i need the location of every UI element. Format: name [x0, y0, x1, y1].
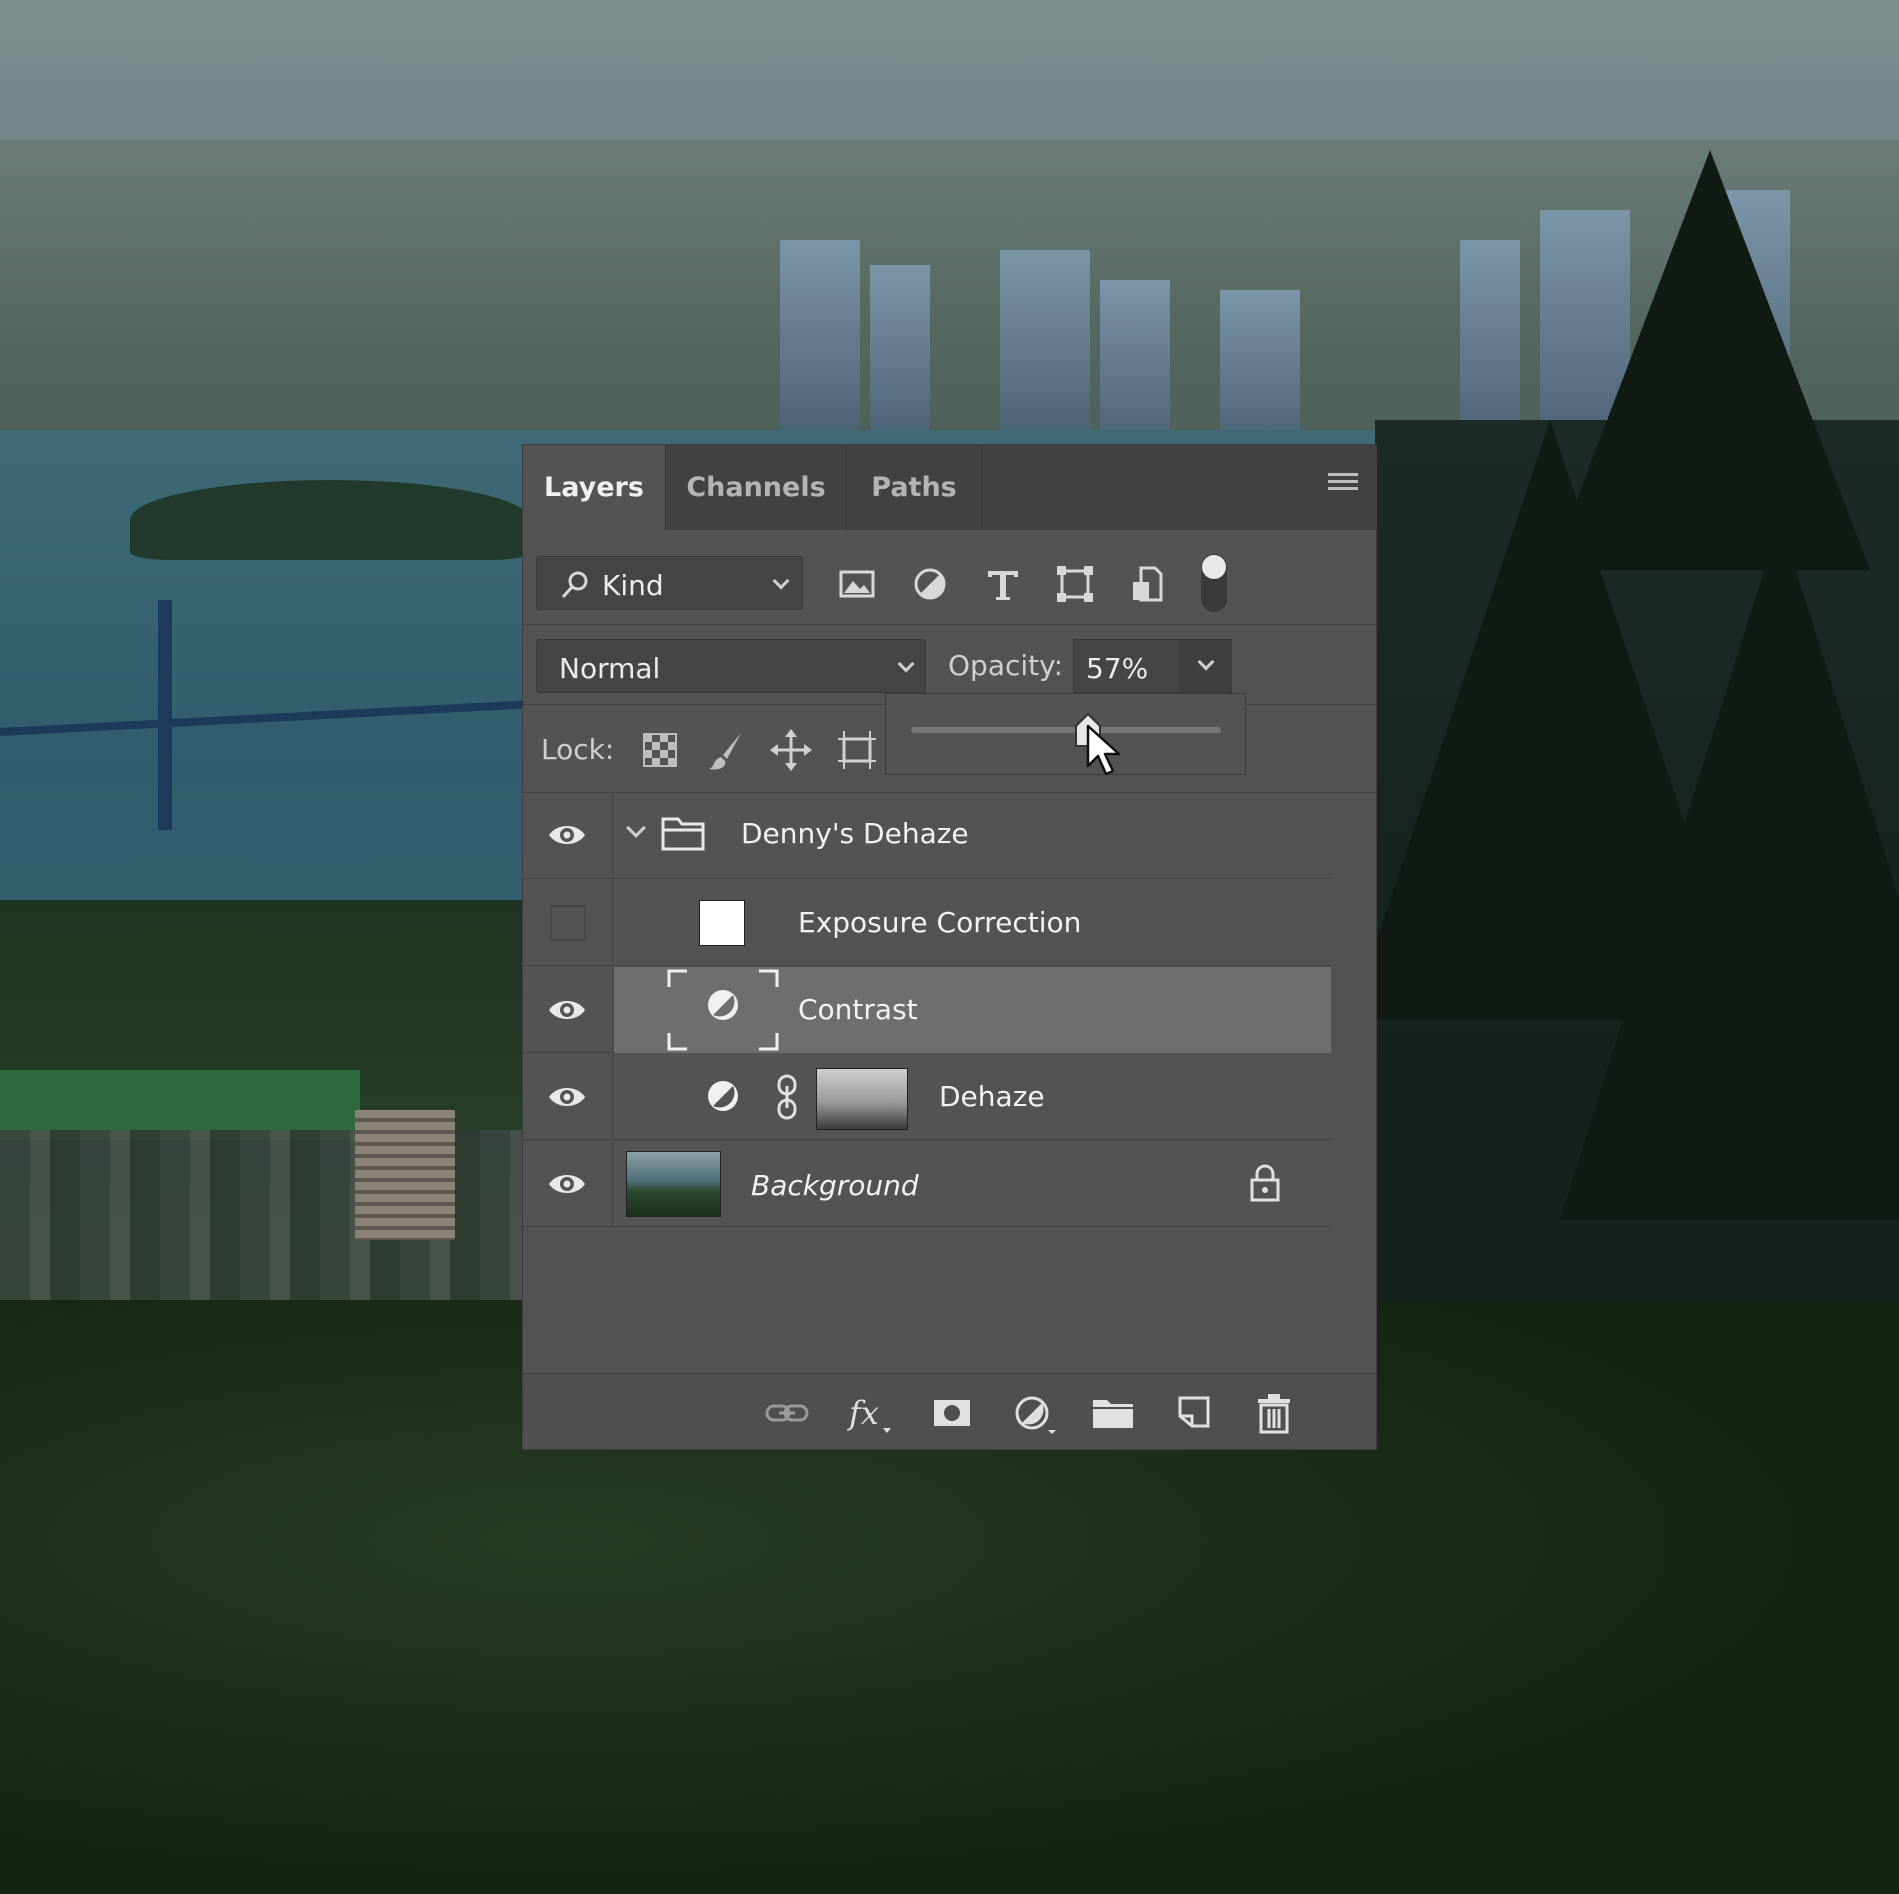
bridge-tower: [158, 600, 172, 830]
expand-chevron-icon[interactable]: [626, 818, 646, 838]
lock-artboard-icon[interactable]: [834, 727, 880, 773]
skyline-building: [780, 240, 860, 430]
smart-object-filter-icon[interactable]: [1123, 562, 1171, 606]
opacity-label: Opacity:: [948, 649, 1064, 682]
apartment-tower: [355, 1110, 455, 1240]
skyline-building: [1000, 250, 1090, 430]
eye-icon: [549, 1001, 585, 1019]
layer-background[interactable]: Background: [523, 1141, 1331, 1227]
eye-icon: [549, 1175, 585, 1193]
layer-name: Denny's Dehaze: [741, 817, 969, 850]
chevron-down-icon: [1197, 653, 1215, 671]
tab-layers[interactable]: Layers: [523, 445, 666, 530]
visibility-toggle[interactable]: [523, 1054, 613, 1140]
lock-position-icon[interactable]: [768, 727, 814, 773]
eye-icon: [549, 826, 585, 844]
new-group-icon[interactable]: [1089, 1392, 1137, 1434]
visibility-toggle[interactable]: [523, 793, 613, 879]
fill-thumbnail: [699, 900, 745, 946]
link-layers-icon[interactable]: [763, 1392, 811, 1434]
chevron-down-icon: [897, 655, 915, 673]
opacity-input[interactable]: 57%: [1073, 639, 1180, 693]
layers-footer: fx: [523, 1373, 1376, 1449]
opacity-slider-popup: [885, 693, 1246, 776]
fx-button[interactable]: fx: [843, 1392, 891, 1434]
folder-icon: [661, 817, 705, 851]
mouse-cursor-icon: [1086, 724, 1120, 776]
shape-layer-filter-icon[interactable]: [1051, 562, 1099, 606]
skyline-building: [1220, 290, 1300, 440]
opacity-dropdown-button[interactable]: [1180, 639, 1232, 693]
lock-label: Lock:: [541, 733, 615, 766]
layer-mask-thumbnail[interactable]: [816, 1068, 908, 1130]
layer-name: Dehaze: [939, 1080, 1045, 1113]
type-layer-filter-icon[interactable]: [979, 562, 1027, 606]
adjustment-layer-filter-icon[interactable]: [906, 562, 954, 606]
eye-icon: [549, 1088, 585, 1106]
opacity-value: 57%: [1086, 652, 1149, 685]
tree: [1560, 520, 1899, 1220]
layer-group-dennys-dehaze[interactable]: Denny's Dehaze: [523, 793, 1331, 879]
layer-dehaze[interactable]: Dehaze: [523, 1054, 1331, 1140]
layers-panel: Layers Channels Paths Kind Normal Opacit…: [523, 445, 1376, 1449]
kind-label: Kind: [602, 569, 664, 602]
tab-channels[interactable]: Channels: [666, 445, 847, 530]
dropdown-corner-icon: [883, 1428, 891, 1433]
lock-transparent-pixels-icon[interactable]: [637, 727, 683, 773]
panel-menu-icon[interactable]: [1328, 473, 1358, 497]
hidden-visibility-box: [550, 905, 586, 941]
visibility-toggle[interactable]: [523, 1141, 613, 1227]
new-layer-icon[interactable]: [1170, 1392, 1218, 1434]
blend-mode-select[interactable]: Normal: [536, 639, 926, 693]
layer-name: Contrast: [798, 993, 918, 1026]
kind-filter-select[interactable]: Kind: [536, 556, 803, 610]
tab-bar: Layers Channels Paths: [523, 445, 1376, 530]
visibility-toggle[interactable]: [523, 880, 613, 966]
lock-image-pixels-icon[interactable]: [703, 727, 749, 773]
lock-icon: [1250, 1164, 1280, 1202]
layer-name: Exposure Correction: [798, 906, 1082, 939]
island: [130, 480, 530, 560]
filter-toggle-icon[interactable]: [1199, 552, 1229, 614]
adjustment-icon: [708, 1081, 738, 1111]
background-thumbnail: [626, 1151, 721, 1217]
delete-layer-icon[interactable]: [1250, 1392, 1298, 1434]
layer-contrast[interactable]: Contrast: [523, 967, 1331, 1053]
layer-name: Background: [751, 1169, 919, 1202]
skyline-building: [1100, 280, 1170, 440]
new-adjustment-icon[interactable]: [1008, 1392, 1056, 1434]
skyline-building: [1460, 240, 1520, 440]
pixel-layer-filter-icon[interactable]: [833, 562, 881, 606]
visibility-toggle[interactable]: [523, 967, 613, 1053]
fx-icon: fx: [849, 1394, 879, 1432]
opacity-slider-track[interactable]: [911, 727, 1221, 733]
tab-paths[interactable]: Paths: [847, 445, 982, 530]
skyline-building: [870, 265, 930, 435]
blend-mode-value: Normal: [559, 652, 661, 685]
mask-link-icon[interactable]: [775, 1074, 799, 1120]
filter-row: Kind: [523, 530, 1376, 625]
chevron-down-icon: [772, 572, 790, 590]
search-icon: [561, 571, 588, 599]
add-mask-icon[interactable]: [928, 1392, 976, 1434]
adjustment-icon: [708, 990, 738, 1020]
layer-exposure-correction[interactable]: Exposure Correction: [523, 880, 1331, 966]
